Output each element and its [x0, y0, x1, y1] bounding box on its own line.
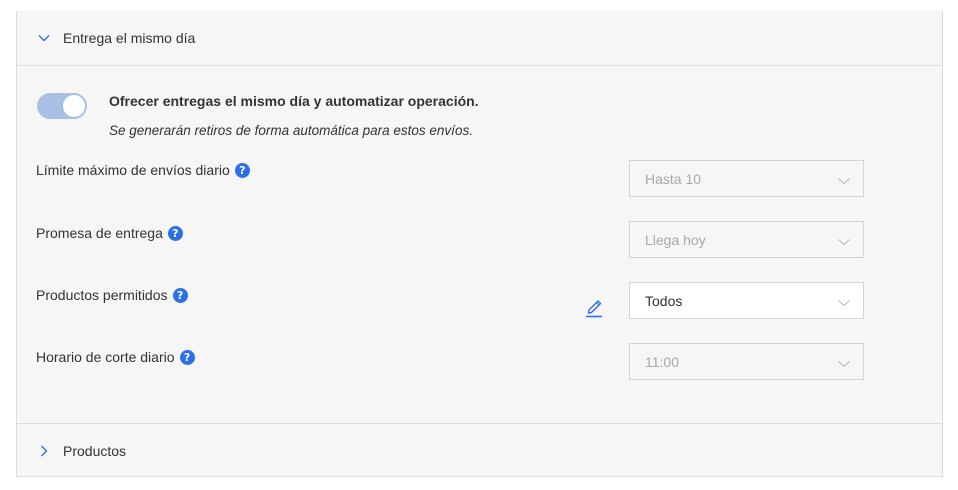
same-day-delivery-panel: Entrega el mismo día Ofrecer entregas el… — [16, 11, 943, 477]
question-circle-icon[interactable]: ? — [172, 287, 188, 303]
products-section-header[interactable]: Productos — [17, 423, 942, 478]
products-section-title: Productos — [63, 443, 127, 459]
chevron-right-icon — [36, 443, 52, 459]
daily-limit-label: Límite máximo de envíos diario — [36, 162, 230, 178]
question-circle-icon[interactable]: ? — [179, 349, 195, 365]
same-day-section-title: Entrega el mismo día — [63, 30, 196, 46]
allowed-products-value: Todos — [645, 292, 683, 309]
pencil-icon[interactable] — [583, 294, 605, 318]
chevron-down-icon — [36, 30, 52, 46]
question-circle-icon[interactable]: ? — [234, 162, 250, 178]
chevron-down-icon — [837, 173, 851, 185]
toggle-knob — [63, 95, 85, 117]
cutoff-time-value: 11:00 — [645, 353, 679, 370]
chevron-down-icon — [837, 234, 851, 246]
allowed-products-label-row: Productos permitidos ? — [36, 287, 188, 303]
allowed-products-label: Productos permitidos — [36, 287, 168, 303]
delivery-promise-label: Promesa de entrega — [36, 225, 163, 241]
same-day-toggle[interactable] — [37, 93, 87, 119]
same-day-section-header[interactable]: Entrega el mismo día — [17, 11, 942, 66]
allowed-products-select[interactable]: Todos — [629, 282, 864, 319]
daily-limit-label-row: Límite máximo de envíos diario ? — [36, 162, 250, 178]
cutoff-time-label-row: Horario de corte diario ? — [36, 349, 195, 365]
daily-limit-value: Hasta 10 — [645, 170, 702, 187]
daily-limit-select[interactable]: Hasta 10 — [629, 160, 864, 197]
delivery-promise-select[interactable]: Llega hoy — [629, 221, 864, 258]
delivery-promise-label-row: Promesa de entrega ? — [36, 225, 183, 241]
cutoff-time-select[interactable]: 11:00 — [629, 343, 864, 380]
chevron-down-icon — [837, 295, 851, 307]
delivery-promise-value: Llega hoy — [645, 231, 706, 248]
chevron-down-icon — [837, 356, 851, 368]
cutoff-time-label: Horario de corte diario — [36, 349, 175, 365]
offer-title: Ofrecer entregas el mismo día y automati… — [109, 93, 479, 109]
question-circle-icon[interactable]: ? — [167, 225, 183, 241]
offer-subtitle: Se generarán retiros de forma automática… — [109, 123, 473, 138]
